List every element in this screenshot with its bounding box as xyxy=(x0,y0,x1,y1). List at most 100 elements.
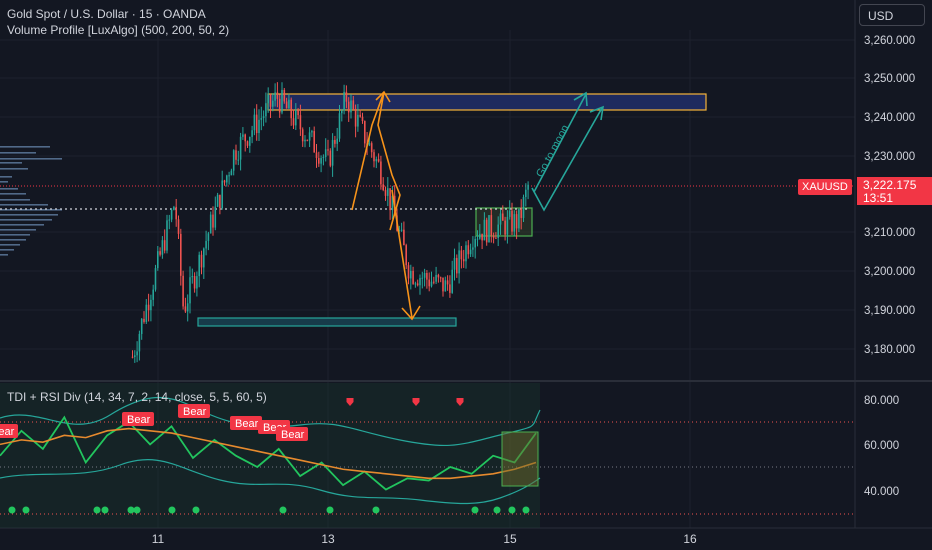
oscillator-highlight-box[interactable] xyxy=(501,431,539,487)
candle-body xyxy=(458,250,460,274)
candle-body xyxy=(515,214,518,229)
candle-body xyxy=(479,233,481,239)
resistance-zone[interactable] xyxy=(267,93,707,111)
candle-body xyxy=(456,257,458,274)
candle-body xyxy=(134,355,136,358)
candle-body xyxy=(361,116,364,122)
candle-body xyxy=(444,280,447,292)
candle-body xyxy=(336,138,338,144)
candle-body xyxy=(407,265,410,279)
candle-body xyxy=(364,121,366,144)
price-tick: 3,250.000 xyxy=(864,73,915,85)
candle-body xyxy=(334,140,336,144)
volume-profile-bar xyxy=(0,162,22,164)
trading-chart[interactable]: Go to moon 3,260.000 3,250.000 3,240.000… xyxy=(0,0,932,550)
osc-tick: 80.000 xyxy=(864,395,899,407)
candle-body xyxy=(423,272,426,278)
candle-body xyxy=(205,240,207,249)
price-tick: 3,210.000 xyxy=(864,227,915,239)
candle-body xyxy=(506,216,509,235)
candle-body xyxy=(380,161,382,185)
candle-body xyxy=(522,197,525,218)
osc-tick: 40.000 xyxy=(864,486,899,498)
candle-body xyxy=(281,89,283,113)
currency-button[interactable]: USD xyxy=(859,4,925,26)
candle-body xyxy=(237,159,240,161)
bull-dot xyxy=(522,506,530,514)
candle-body xyxy=(170,209,173,220)
candle-body xyxy=(472,247,474,250)
candle-body xyxy=(232,150,235,171)
price-tick: 3,240.000 xyxy=(864,112,915,124)
candle-body xyxy=(191,276,194,278)
bull-dot xyxy=(508,506,516,514)
volume-profile-bar xyxy=(0,146,50,148)
candle-body xyxy=(308,132,311,141)
candle-body xyxy=(331,140,334,166)
volume-profile-bar xyxy=(0,244,20,246)
candle-body xyxy=(175,206,177,220)
candle-body xyxy=(173,206,175,210)
candle-body xyxy=(274,92,276,101)
candle-body xyxy=(320,158,322,164)
candle-body xyxy=(430,281,433,287)
last-price-value: 3,222.175 xyxy=(863,178,917,192)
candle-body xyxy=(437,274,440,278)
candle-body xyxy=(315,152,318,159)
candle-body xyxy=(389,188,391,211)
candle-body xyxy=(311,131,313,133)
candle-body xyxy=(357,114,359,127)
candle-body xyxy=(343,91,345,111)
candle-body xyxy=(347,101,350,113)
time-tick: 11 xyxy=(152,532,165,546)
candle-body xyxy=(511,210,513,232)
candle-body xyxy=(469,249,472,255)
bull-dot xyxy=(372,506,380,514)
candle-body xyxy=(184,306,187,312)
candle-body xyxy=(410,270,412,279)
support-zone[interactable] xyxy=(197,317,457,327)
candle-body xyxy=(465,245,467,262)
candle-body xyxy=(249,136,251,146)
candle-body xyxy=(154,268,157,290)
candle-body xyxy=(267,94,269,104)
candle-body xyxy=(419,278,421,286)
candle-body xyxy=(143,318,145,322)
price-tick: 3,190.000 xyxy=(864,305,915,317)
candle-body xyxy=(292,118,295,126)
volume-profile-legend[interactable]: Volume Profile [LuxAlgo] (500, 200, 50, … xyxy=(7,23,229,37)
volume-profile-bar xyxy=(0,214,58,216)
volume-profile-bar xyxy=(0,254,8,256)
bear-label-text: Bear xyxy=(183,406,207,418)
candle-body xyxy=(338,113,341,139)
candle-body xyxy=(251,130,253,137)
candle-body xyxy=(161,240,164,255)
volume-profile-bar xyxy=(0,249,14,251)
candle-body xyxy=(196,276,198,289)
volume-profile-bar xyxy=(0,176,12,178)
candle-body xyxy=(214,206,217,228)
symbol-legend[interactable]: Gold Spot / U.S. Dollar · 15 · OANDA xyxy=(7,7,206,21)
candle-body xyxy=(140,318,143,334)
candle-body xyxy=(483,219,486,241)
volume-profile-bar xyxy=(0,168,28,170)
volume-profile-bar xyxy=(0,204,48,206)
candle-body xyxy=(324,149,327,158)
candle-body xyxy=(474,239,476,248)
volume-profile-bar xyxy=(0,229,36,231)
oscillator-legend[interactable]: TDI + RSI Div (14, 34, 7, 2, 14, close, … xyxy=(7,390,267,404)
candle-body xyxy=(490,215,493,236)
candle-body xyxy=(193,276,196,289)
volume-profile-bar xyxy=(0,158,62,160)
candle-body xyxy=(246,141,249,146)
candle-body xyxy=(387,188,389,196)
candle-body xyxy=(499,213,502,225)
candle-body xyxy=(297,110,299,116)
candle-body xyxy=(255,114,258,134)
candle-body xyxy=(147,304,150,311)
candle-body xyxy=(304,139,306,142)
candle-body xyxy=(502,213,504,221)
osc-tick: 60.000 xyxy=(864,440,899,452)
candle-body xyxy=(235,150,237,160)
candle-body xyxy=(150,299,152,311)
